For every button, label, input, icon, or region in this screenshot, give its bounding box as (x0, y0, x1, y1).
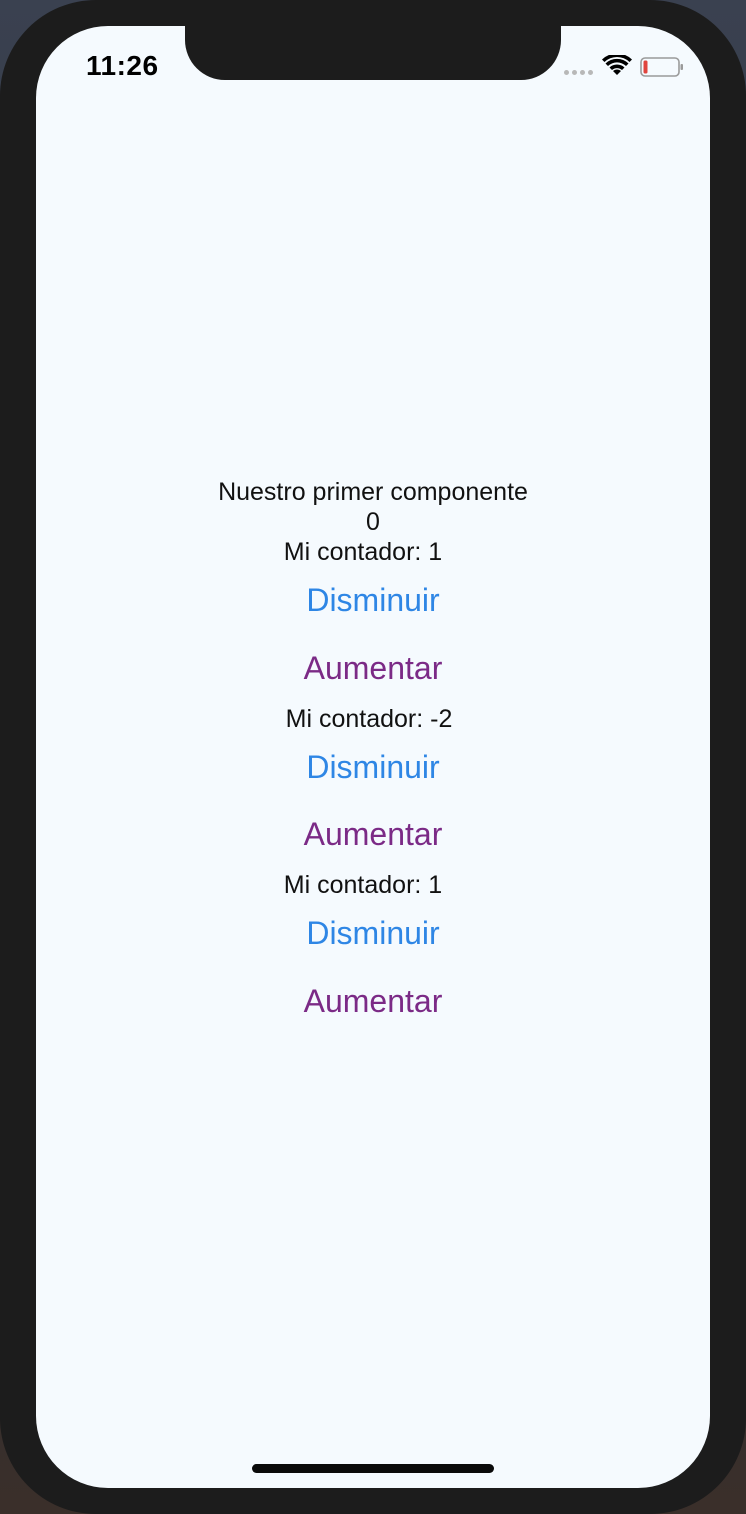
counter-1-decrease-button[interactable]: Disminuir (36, 582, 710, 619)
home-indicator[interactable] (252, 1464, 494, 1473)
component-title: Nuestro primer componente (218, 478, 528, 506)
counter-3-increase-button[interactable]: Aumentar (36, 983, 710, 1020)
counter-1-label: Mi contador: 1 (283, 538, 443, 566)
counter-2-label: Mi contador: -2 (285, 705, 453, 733)
iphone-frame: 11:26 Nuestro primer componente 0 Mi con… (0, 0, 746, 1514)
phone-screen: 11:26 Nuestro primer componente 0 Mi con… (36, 26, 710, 1488)
app-content: Nuestro primer componente 0 Mi contador:… (36, 26, 710, 1488)
initial-value: 0 (366, 508, 380, 536)
counter-1-increase-button[interactable]: Aumentar (36, 650, 710, 687)
counter-3-decrease-button[interactable]: Disminuir (36, 915, 710, 952)
counter-3-label: Mi contador: 1 (283, 871, 443, 899)
counter-2-decrease-button[interactable]: Disminuir (36, 749, 710, 786)
counter-2-increase-button[interactable]: Aumentar (36, 816, 710, 853)
